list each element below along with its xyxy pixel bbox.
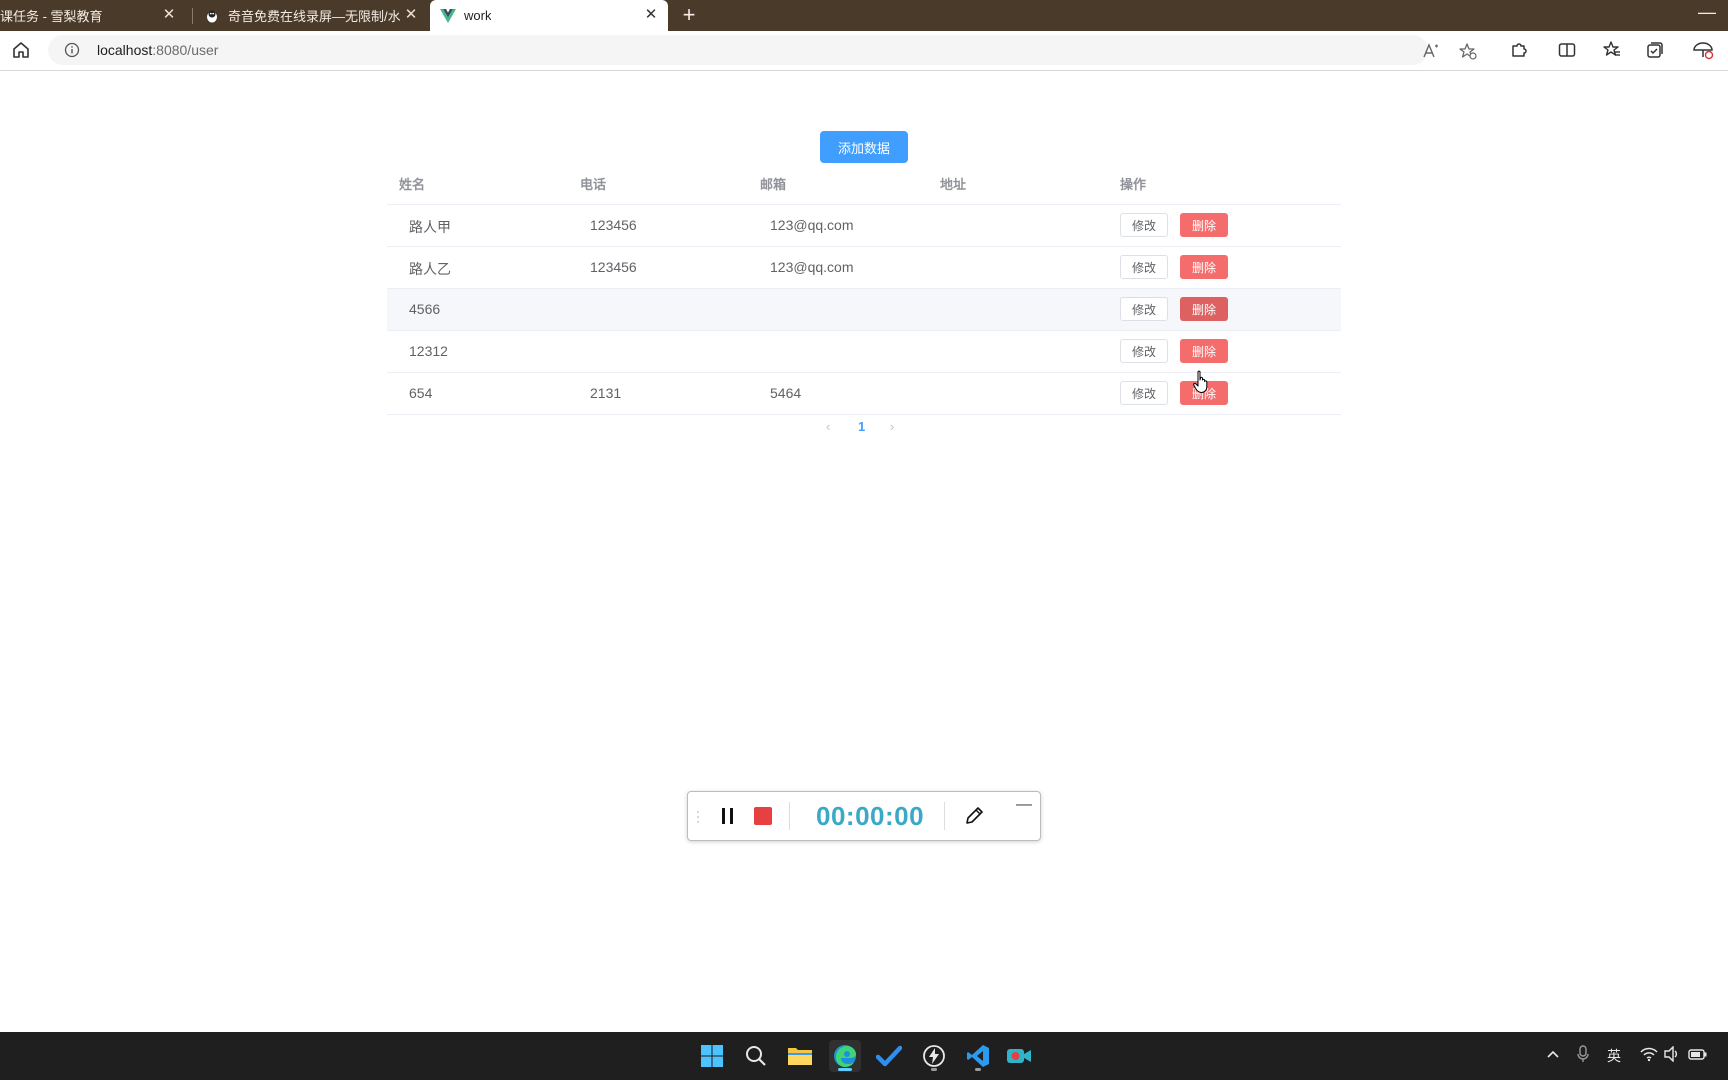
cell-email: 123@qq.com <box>770 217 854 233</box>
recorder-minimize-button[interactable]: — <box>1016 796 1032 814</box>
url-host: localhost <box>97 42 153 58</box>
power-automate-icon[interactable] <box>918 1040 950 1072</box>
edit-button[interactable]: 修改 <box>1120 381 1168 405</box>
input-method-indicator[interactable]: 英 <box>1607 1046 1621 1066</box>
cell-name: 654 <box>409 385 433 401</box>
delete-button[interactable]: 删除 <box>1180 297 1228 321</box>
table-row: 4566 修改 删除 <box>387 289 1341 331</box>
cell-phone: 123456 <box>590 217 637 233</box>
hand-cursor-icon <box>1193 370 1211 394</box>
cell-phone: 2131 <box>590 385 622 401</box>
running-indicator <box>975 1068 981 1071</box>
stop-icon[interactable] <box>754 807 772 825</box>
cell-name: 4566 <box>409 301 441 317</box>
wifi-icon[interactable] <box>1640 1046 1658 1065</box>
edit-button[interactable]: 修改 <box>1120 339 1168 363</box>
tab-work[interactable]: work ✕ <box>430 0 668 31</box>
penguin-favicon-icon <box>204 8 220 24</box>
new-tab-button[interactable]: + <box>676 3 702 29</box>
delete-button[interactable]: 删除 <box>1180 255 1228 279</box>
cell-email: 5464 <box>770 385 802 401</box>
search-icon[interactable] <box>740 1040 772 1072</box>
add-data-button[interactable]: 添加数据 <box>820 131 908 163</box>
divider <box>944 802 945 830</box>
vscode-icon[interactable] <box>962 1040 994 1072</box>
divider <box>789 802 790 830</box>
recording-timer: 00:00:00 <box>816 801 925 831</box>
page-content: 添加数据 姓名 电话 邮箱 地址 操作 路人甲 123456 123@qq.co… <box>0 71 1728 1032</box>
browser-toolbar: localhost:8080/user <box>0 31 1728 71</box>
cell-email: 123@qq.com <box>770 259 854 275</box>
info-icon[interactable] <box>64 42 80 58</box>
column-header-email: 邮箱 <box>760 177 787 192</box>
tab-title: 奇音免费在线录屏—无限制/水印 <box>228 9 400 24</box>
column-header-actions: 操作 <box>1120 177 1147 192</box>
close-icon[interactable]: ✕ <box>402 6 420 24</box>
edit-button[interactable]: 修改 <box>1120 255 1168 279</box>
column-header-address: 地址 <box>940 177 967 192</box>
tab-xueli[interactable]: 步课任务 - 雪梨教育 ✕ <box>0 0 186 31</box>
cell-name: 路人乙 <box>409 261 451 277</box>
page-number-current[interactable]: 1 <box>858 419 865 434</box>
profile-icon[interactable] <box>1691 39 1715 60</box>
tab-title: 步课任务 - 雪梨教育 <box>0 9 103 24</box>
screen-recorder-app-icon[interactable] <box>1003 1040 1035 1072</box>
tab-recorder[interactable]: 奇音免费在线录屏—无限制/水印 ✕ <box>196 0 428 31</box>
url-path: :8080/user <box>152 42 219 58</box>
extensions-icon[interactable] <box>1509 40 1529 60</box>
close-icon[interactable]: ✕ <box>160 6 178 24</box>
split-screen-icon[interactable] <box>1557 40 1577 60</box>
column-header-phone: 电话 <box>580 177 607 192</box>
tray-overflow-icon[interactable] <box>1546 1044 1560 1067</box>
url-text[interactable]: localhost:8080/user <box>97 42 218 58</box>
microphone-icon[interactable] <box>1576 1044 1590 1067</box>
pagination: ‹ 1 › <box>820 413 908 441</box>
delete-button[interactable]: 删除 <box>1180 213 1228 237</box>
cell-phone: 123456 <box>590 259 637 275</box>
delete-button[interactable]: 删除 <box>1180 339 1228 363</box>
pause-icon[interactable] <box>719 807 737 825</box>
address-bar[interactable]: localhost:8080/user <box>48 35 1477 65</box>
tab-strip: 步课任务 - 雪梨教育 ✕ 奇音免费在线录屏—无限制/水印 ✕ work ✕ +… <box>0 0 1728 31</box>
add-favorite-icon[interactable] <box>1459 42 1477 60</box>
file-explorer-icon[interactable] <box>784 1040 816 1072</box>
active-indicator <box>838 1068 852 1071</box>
prev-page-button[interactable]: ‹ <box>826 419 830 434</box>
cell-name: 路人甲 <box>409 219 451 235</box>
column-header-name: 姓名 <box>399 177 426 192</box>
tab-title: work <box>464 8 492 23</box>
screen-recorder-widget: 00:00:00 — <box>687 791 1041 841</box>
tab-divider <box>192 8 193 24</box>
home-icon[interactable] <box>10 39 32 61</box>
read-aloud-icon[interactable] <box>1422 42 1440 60</box>
window-minimize-button[interactable]: — <box>1698 2 1716 23</box>
drag-handle-icon[interactable] <box>696 810 700 824</box>
windows-taskbar: 英 <box>0 1032 1728 1080</box>
close-icon[interactable]: ✕ <box>642 6 660 24</box>
table-row: 路人甲 123456 123@qq.com 修改 删除 <box>387 205 1341 247</box>
running-indicator <box>931 1068 937 1071</box>
todo-icon[interactable] <box>873 1040 905 1072</box>
edge-browser-icon[interactable] <box>829 1040 861 1072</box>
windows-start-icon[interactable] <box>696 1040 728 1072</box>
table-header: 姓名 电话 邮箱 地址 操作 <box>387 162 1341 205</box>
next-page-button[interactable]: › <box>890 419 894 434</box>
cell-name: 12312 <box>409 343 448 359</box>
table-row: 12312 修改 删除 <box>387 331 1341 373</box>
pen-icon[interactable] <box>964 806 984 826</box>
favorites-icon[interactable] <box>1602 40 1622 60</box>
edit-button[interactable]: 修改 <box>1120 213 1168 237</box>
vue-logo-icon <box>440 8 456 24</box>
table-row: 路人乙 123456 123@qq.com 修改 删除 <box>387 247 1341 289</box>
collections-icon[interactable] <box>1645 40 1665 60</box>
battery-icon[interactable] <box>1688 1046 1708 1065</box>
volume-icon[interactable] <box>1664 1045 1680 1065</box>
edit-button[interactable]: 修改 <box>1120 297 1168 321</box>
